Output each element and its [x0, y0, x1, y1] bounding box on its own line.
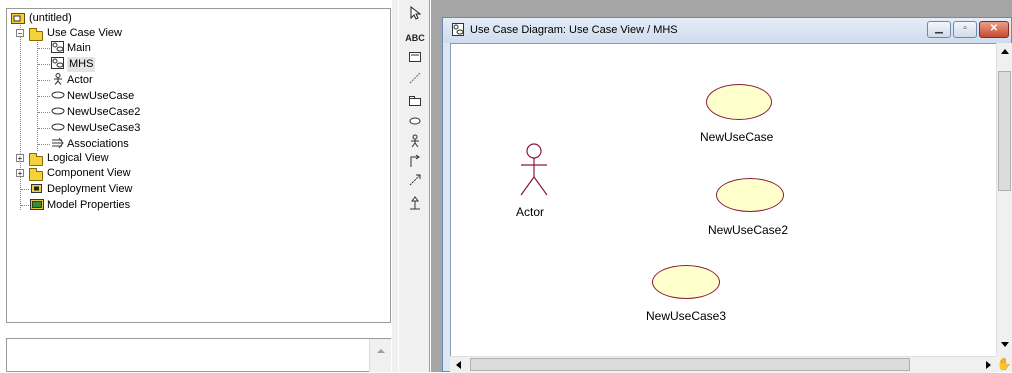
use-case-icon	[51, 123, 65, 131]
text-tool[interactable]: ABC	[405, 28, 425, 48]
use-case-icon	[51, 107, 65, 115]
tree-item-use-case-view[interactable]: Use Case View	[47, 26, 122, 41]
scroll-up-icon	[1001, 49, 1009, 54]
tree-guide	[38, 64, 50, 65]
documentation-pane[interactable]	[6, 338, 391, 372]
scroll-down-icon	[1001, 342, 1009, 347]
model-icon	[11, 13, 25, 24]
diagram-icon	[51, 41, 64, 53]
maximize-button[interactable]: ▫	[953, 21, 977, 38]
diagram-canvas[interactable]: Actor NewUseCase NewUseCase2 NewUseCase3	[450, 43, 1006, 362]
use-case-newusecase2[interactable]	[716, 178, 784, 212]
tree-guide	[38, 96, 50, 97]
scroll-left-icon	[456, 361, 461, 369]
note-icon	[409, 52, 421, 62]
hand-icon: ✋	[996, 356, 1012, 372]
tree-item-deployment-view[interactable]: Deployment View	[47, 182, 132, 197]
tree-guide	[37, 39, 38, 151]
use-case-tool[interactable]	[405, 114, 425, 134]
use-case-label: NewUseCase3	[646, 309, 727, 323]
dependency-tool[interactable]	[405, 174, 425, 194]
folder-icon	[29, 28, 43, 41]
use-case-label: NewUseCase2	[708, 223, 789, 237]
scroll-thumb[interactable]	[470, 358, 910, 371]
doc-scrollbar[interactable]	[369, 339, 391, 372]
scroll-right-icon	[986, 361, 991, 369]
unidirectional-association-tool[interactable]	[405, 154, 425, 174]
dependency-arrow-icon	[409, 174, 421, 186]
association-arrow-icon	[410, 154, 420, 167]
tree-item-model-properties[interactable]: Model Properties	[47, 198, 130, 213]
actor-shape[interactable]	[515, 143, 553, 199]
deployment-icon	[31, 184, 42, 193]
anchor-tool[interactable]	[405, 72, 425, 92]
tree-item-newusecase2[interactable]: NewUseCase2	[67, 105, 140, 120]
diagram-toolbox: ABC	[398, 0, 430, 372]
scroll-up-icon	[377, 349, 385, 353]
use-case-label: NewUseCase	[700, 130, 774, 144]
close-button[interactable]: ✕	[979, 21, 1009, 38]
actor-icon	[54, 73, 62, 85]
package-tool[interactable]	[405, 94, 425, 114]
horizontal-scrollbar[interactable]	[450, 356, 996, 373]
tree-guide	[38, 112, 50, 113]
use-case-newusecase[interactable]	[706, 84, 772, 120]
selection-tool[interactable]	[405, 5, 425, 26]
tree-item-associations[interactable]: Associations	[67, 137, 129, 152]
tree-guide	[21, 189, 29, 190]
note-tool[interactable]	[405, 50, 425, 70]
expand-toggle-logical-view[interactable]: +	[16, 154, 24, 163]
tree-item-actor[interactable]: Actor	[67, 73, 93, 88]
tree-item-mhs[interactable]: MHS	[67, 57, 96, 72]
generalization-tool[interactable]	[405, 196, 425, 216]
expand-toggle-component-view[interactable]: +	[16, 169, 24, 178]
window-titlebar[interactable]: Use Case Diagram: Use Case View / MHS ▁ …	[443, 18, 1011, 43]
diagram-icon	[51, 57, 64, 69]
actor-icon	[411, 134, 419, 148]
diagram-icon	[452, 23, 464, 36]
window-title: Use Case Diagram: Use Case View / MHS	[470, 24, 678, 36]
vertical-scrollbar[interactable]	[996, 43, 1012, 358]
tree-guide	[38, 48, 50, 49]
actor-label: Actor	[516, 205, 545, 219]
tree-guide	[38, 128, 50, 129]
use-case-icon	[51, 91, 65, 99]
pointer-icon	[410, 5, 422, 20]
tree-item-logical-view[interactable]: Logical View	[47, 151, 109, 166]
expand-toggle-use-case-view[interactable]: −	[16, 29, 24, 38]
associations-icon	[52, 137, 64, 149]
tree-item-newusecase[interactable]: NewUseCase	[67, 89, 134, 104]
folder-icon	[29, 153, 43, 166]
tree-guide	[21, 205, 29, 206]
folder-icon	[29, 168, 43, 181]
tree-guide	[20, 25, 21, 210]
tree-guide	[38, 144, 50, 145]
tree-root[interactable]: (untitled)	[29, 11, 72, 26]
tree-item-main[interactable]: Main	[67, 41, 91, 56]
anchor-line-icon	[409, 72, 421, 84]
tree-guide	[38, 80, 50, 81]
close-icon: ✕	[989, 23, 999, 34]
minimize-button[interactable]: ▁	[927, 21, 951, 38]
restore-icon: ▫	[963, 23, 967, 34]
scroll-thumb[interactable]	[998, 71, 1011, 191]
use-case-icon	[409, 117, 421, 125]
use-case-newusecase3[interactable]	[652, 265, 720, 299]
actor-tool[interactable]	[405, 134, 425, 154]
minimize-icon: ▁	[935, 23, 943, 34]
generalization-arrow-icon	[410, 196, 420, 210]
tree-item-component-view[interactable]: Component View	[47, 166, 131, 181]
browser-tree[interactable]: (untitled) − Use Case View Main MHS Acto…	[6, 8, 391, 323]
package-icon	[409, 96, 421, 106]
model-properties-icon	[30, 199, 44, 210]
use-case-diagram-window[interactable]: Use Case Diagram: Use Case View / MHS ▁ …	[442, 17, 1012, 372]
tree-item-newusecase3[interactable]: NewUseCase3	[67, 121, 140, 136]
